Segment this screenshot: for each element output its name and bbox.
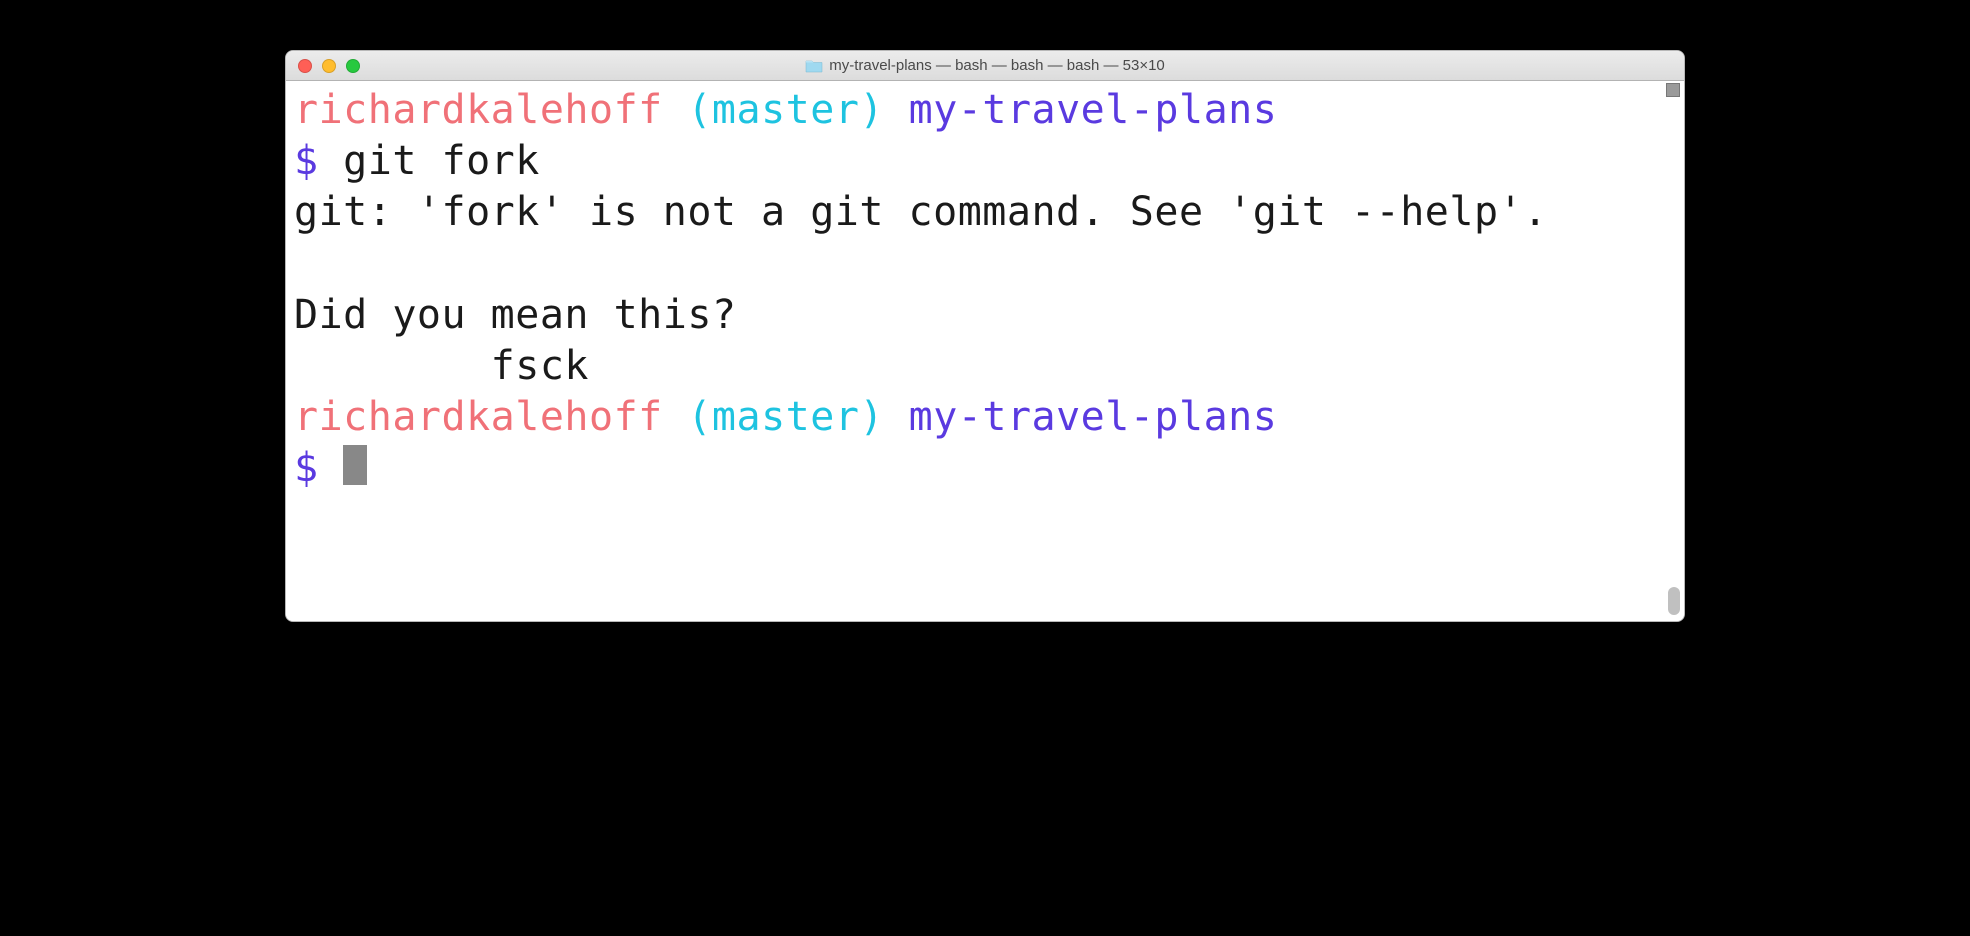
prompt-branch-open: ( [687, 394, 712, 440]
traffic-lights [286, 59, 360, 73]
scrollbar-top-indicator [1666, 83, 1680, 97]
output-suggest-item: fsck [294, 343, 589, 389]
folder-icon [805, 59, 823, 73]
scrollbar-thumb[interactable] [1668, 587, 1680, 615]
prompt-symbol: $ [294, 445, 319, 491]
command-text: git fork [319, 138, 540, 184]
prompt-dir: my-travel-plans [909, 394, 1278, 440]
terminal-content[interactable]: richardkalehoff (master) my-travel-plans… [294, 85, 1676, 495]
prompt-user: richardkalehoff [294, 394, 663, 440]
prompt-branch: master [712, 87, 860, 133]
title-content: my-travel-plans — bash — bash — bash — 5… [286, 57, 1684, 74]
prompt-branch-close: ) [859, 87, 884, 133]
output-suggest-q: Did you mean this? [294, 292, 736, 338]
window-title: my-travel-plans — bash — bash — bash — 5… [829, 57, 1165, 74]
prompt-branch-close: ) [859, 394, 884, 440]
output-error: git: 'fork' is not a git command. See 'g… [294, 189, 1548, 235]
prompt-branch-open: ( [687, 87, 712, 133]
prompt-dir: my-travel-plans [909, 87, 1278, 133]
minimize-button[interactable] [322, 59, 336, 73]
titlebar[interactable]: my-travel-plans — bash — bash — bash — 5… [286, 51, 1684, 81]
maximize-button[interactable] [346, 59, 360, 73]
close-button[interactable] [298, 59, 312, 73]
terminal-window: my-travel-plans — bash — bash — bash — 5… [285, 50, 1685, 622]
terminal-cursor [343, 445, 367, 485]
prompt-user: richardkalehoff [294, 87, 663, 133]
prompt-symbol: $ [294, 138, 319, 184]
scrollbar[interactable] [1666, 81, 1682, 621]
terminal-body[interactable]: richardkalehoff (master) my-travel-plans… [286, 81, 1684, 621]
prompt-branch: master [712, 394, 860, 440]
